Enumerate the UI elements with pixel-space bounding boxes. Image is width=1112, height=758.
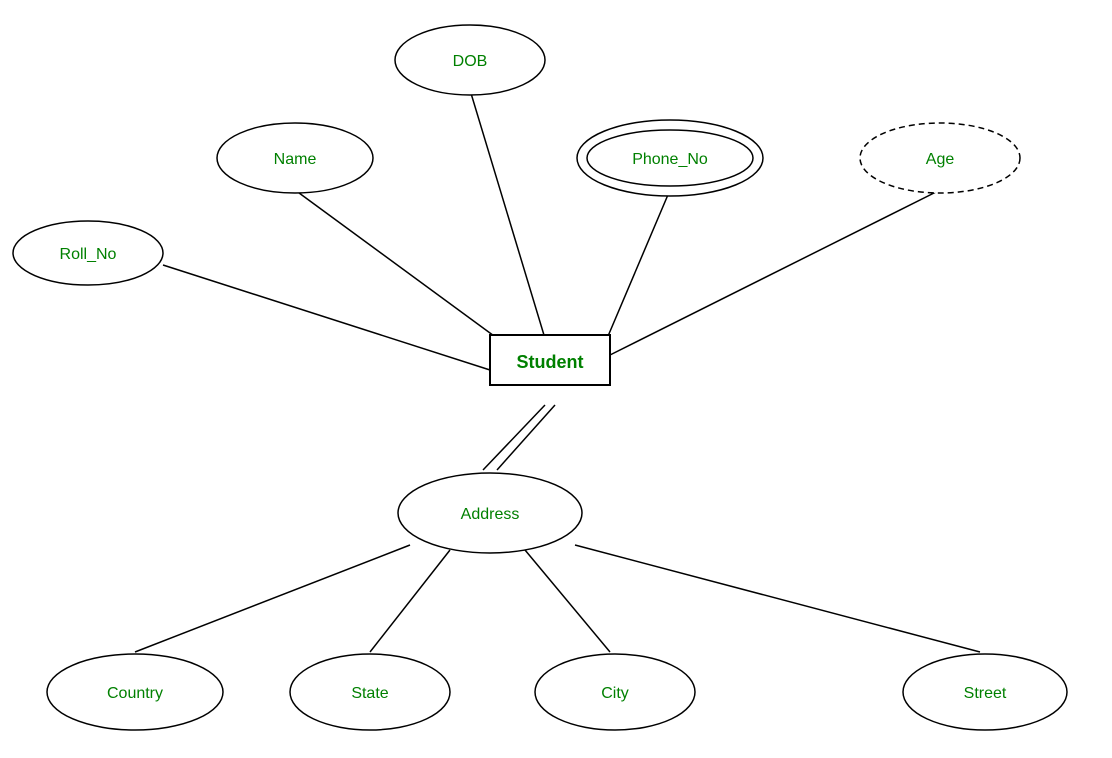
state-label: State: [351, 685, 388, 702]
dob-label: DOB: [453, 53, 488, 70]
line-student-address-1: [483, 405, 545, 470]
phone-label: Phone_No: [632, 151, 708, 168]
student-label: Student: [517, 352, 584, 372]
city-label: City: [601, 685, 629, 702]
street-label: Street: [964, 685, 1007, 702]
line-address-state: [370, 550, 450, 652]
line-address-street: [575, 545, 980, 652]
name-label: Name: [274, 151, 317, 168]
rollno-label: Roll_No: [60, 246, 117, 263]
address-label: Address: [461, 506, 520, 523]
country-label: Country: [107, 685, 163, 702]
age-label: Age: [926, 151, 955, 168]
line-student-address-2: [497, 405, 555, 470]
line-address-country: [135, 545, 410, 652]
line-student-name: [295, 190, 520, 355]
line-address-city: [525, 550, 610, 652]
line-student-rollno: [163, 265, 490, 370]
line-student-dob: [470, 90, 550, 355]
